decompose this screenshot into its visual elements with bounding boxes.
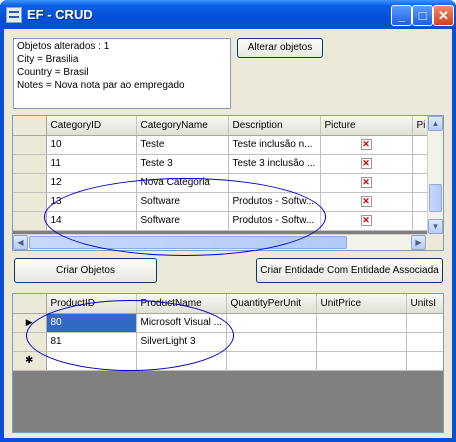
cell-description[interactable]: Teste 3 inclusão ... xyxy=(228,154,321,174)
table-row-new[interactable]: ✱ xyxy=(13,351,443,371)
row-header[interactable] xyxy=(13,332,47,352)
column-header[interactable]: UnitPrice xyxy=(316,294,407,314)
column-header[interactable]: Description xyxy=(228,116,321,136)
table-row[interactable]: 14 Software Produtos - Softw... ✕ xyxy=(13,211,434,231)
cell-category-id[interactable]: 14 xyxy=(46,211,137,231)
changes-textbox[interactable]: Objetos alterados : 1 City = Brasilia Co… xyxy=(13,38,231,109)
cell-units[interactable] xyxy=(406,351,443,371)
categories-grid[interactable]: CategoryID CategoryName Description Pict… xyxy=(12,115,444,251)
cell-description[interactable]: Produtos - Softw... xyxy=(228,192,321,212)
form-client-area: Objetos alterados : 1 City = Brasilia Co… xyxy=(4,29,452,438)
textbox-line: Country = Brasil xyxy=(17,67,89,78)
column-header[interactable]: CategoryName xyxy=(136,116,229,136)
textbox-line: Notes = Nova nota par ao empregado xyxy=(17,80,185,91)
table-row[interactable]: 81 SilverLight 3 xyxy=(13,332,443,352)
cell-units[interactable] xyxy=(406,332,443,352)
cell-quantity[interactable] xyxy=(226,313,317,333)
window-title: EF - CRUD xyxy=(27,7,93,22)
cell-category-name[interactable]: Teste 3 xyxy=(136,154,229,174)
cell-description[interactable] xyxy=(228,173,321,193)
cell-quantity[interactable] xyxy=(226,332,317,352)
cell-picture[interactable]: ✕ xyxy=(320,173,413,193)
cell-category-id[interactable]: 13 xyxy=(46,192,137,212)
cell-category-id[interactable]: 12 xyxy=(46,173,137,193)
cell-product-id[interactable]: 81 xyxy=(46,332,137,352)
column-header[interactable]: Picture xyxy=(320,116,413,136)
broken-image-icon: ✕ xyxy=(360,215,372,226)
scroll-right-arrow-icon[interactable]: ▶ xyxy=(411,235,426,250)
row-header[interactable] xyxy=(13,192,47,212)
broken-image-icon: ✕ xyxy=(360,158,372,169)
scroll-left-arrow-icon[interactable]: ◀ xyxy=(13,235,28,250)
cell-product-name[interactable]: Microsoft Visual ... xyxy=(136,313,227,333)
row-header[interactable] xyxy=(13,154,47,174)
scroll-corner xyxy=(427,234,443,250)
new-row-asterisk-icon[interactable]: ✱ xyxy=(13,351,47,371)
title-bar[interactable]: EF - CRUD _ □ ✕ xyxy=(0,0,456,29)
column-header[interactable]: CategoryID xyxy=(46,116,137,136)
maximize-button[interactable]: □ xyxy=(412,5,433,26)
row-header-corner xyxy=(13,116,47,136)
cell-picture[interactable]: ✕ xyxy=(320,192,413,212)
cell-description[interactable]: Produtos - Softw... xyxy=(228,211,321,231)
cell-category-id[interactable]: 10 xyxy=(46,135,137,155)
products-header-row: ProductID ProductName QuantityPerUnit Un… xyxy=(13,294,443,314)
minimize-button[interactable]: _ xyxy=(391,5,412,26)
categories-horizontal-scrollbar[interactable]: ◀ ▶ xyxy=(13,234,427,250)
textbox-line: City = Brasilia xyxy=(17,54,79,65)
criar-entidade-associada-button[interactable]: Criar Entidade Com Entidade Associada xyxy=(256,258,443,283)
table-row[interactable]: 12 Nova Categoria ✕ xyxy=(13,173,434,193)
row-header[interactable] xyxy=(13,173,47,193)
row-header-corner xyxy=(13,294,47,314)
table-row[interactable]: 10 Teste Teste inclusão n... ✕ xyxy=(13,135,434,155)
categories-table: CategoryID CategoryName Description Pict… xyxy=(13,116,434,231)
cell-product-name[interactable] xyxy=(136,351,227,371)
cell-category-name[interactable]: Teste xyxy=(136,135,229,155)
cell-product-id[interactable]: 80 xyxy=(46,313,137,333)
cell-category-name[interactable]: Software xyxy=(136,211,229,231)
cell-picture[interactable]: ✕ xyxy=(320,135,413,155)
row-header[interactable] xyxy=(13,135,47,155)
row-header[interactable] xyxy=(13,211,47,231)
cell-product-name[interactable]: SilverLight 3 xyxy=(136,332,227,352)
column-header[interactable]: ProductName xyxy=(136,294,227,314)
textbox-line: Objetos alterados : 1 xyxy=(17,41,110,52)
app-window: EF - CRUD _ □ ✕ Objetos alterados : 1 Ci… xyxy=(0,0,456,442)
cell-description[interactable]: Teste inclusão n... xyxy=(228,135,321,155)
cell-unit-price[interactable] xyxy=(316,313,407,333)
table-row[interactable]: 11 Teste 3 Teste 3 inclusão ... ✕ xyxy=(13,154,434,174)
cell-picture[interactable]: ✕ xyxy=(320,211,413,231)
cell-units[interactable] xyxy=(406,313,443,333)
close-button[interactable]: ✕ xyxy=(433,5,454,26)
scroll-thumb[interactable] xyxy=(429,184,442,212)
cell-product-id[interactable] xyxy=(46,351,137,371)
cell-unit-price[interactable] xyxy=(316,332,407,352)
categories-vertical-scrollbar[interactable]: ▲ ▼ xyxy=(427,116,443,235)
broken-image-icon: ✕ xyxy=(360,139,372,150)
table-row[interactable]: ▶ 80 Microsoft Visual ... xyxy=(13,313,443,333)
column-header[interactable]: ProductID xyxy=(46,294,137,314)
cell-category-name[interactable]: Nova Categoria xyxy=(136,173,229,193)
table-row[interactable]: 13 Software Produtos - Softw... ✕ xyxy=(13,192,434,212)
cell-unit-price[interactable] xyxy=(316,351,407,371)
broken-image-icon: ✕ xyxy=(360,177,372,188)
alterar-objetos-button[interactable]: Alterar objetos xyxy=(237,38,323,58)
column-header[interactable]: QuantityPerUnit xyxy=(226,294,317,314)
cell-picture[interactable]: ✕ xyxy=(320,154,413,174)
cell-category-id[interactable]: 11 xyxy=(46,154,137,174)
products-table: ProductID ProductName QuantityPerUnit Un… xyxy=(13,294,443,371)
scroll-down-arrow-icon[interactable]: ▼ xyxy=(428,219,443,234)
products-grid[interactable]: ProductID ProductName QuantityPerUnit Un… xyxy=(12,293,444,433)
column-header[interactable]: UnitsI xyxy=(406,294,443,314)
scroll-up-arrow-icon[interactable]: ▲ xyxy=(428,116,443,131)
app-icon xyxy=(6,7,22,23)
current-row-arrow-icon[interactable]: ▶ xyxy=(13,313,47,333)
categories-header-row: CategoryID CategoryName Description Pict… xyxy=(13,116,434,136)
cell-category-name[interactable]: Software xyxy=(136,192,229,212)
broken-image-icon: ✕ xyxy=(360,196,372,207)
cell-quantity[interactable] xyxy=(226,351,317,371)
scroll-thumb[interactable] xyxy=(29,236,347,249)
criar-objetos-button[interactable]: Criar Objetos xyxy=(14,258,157,283)
